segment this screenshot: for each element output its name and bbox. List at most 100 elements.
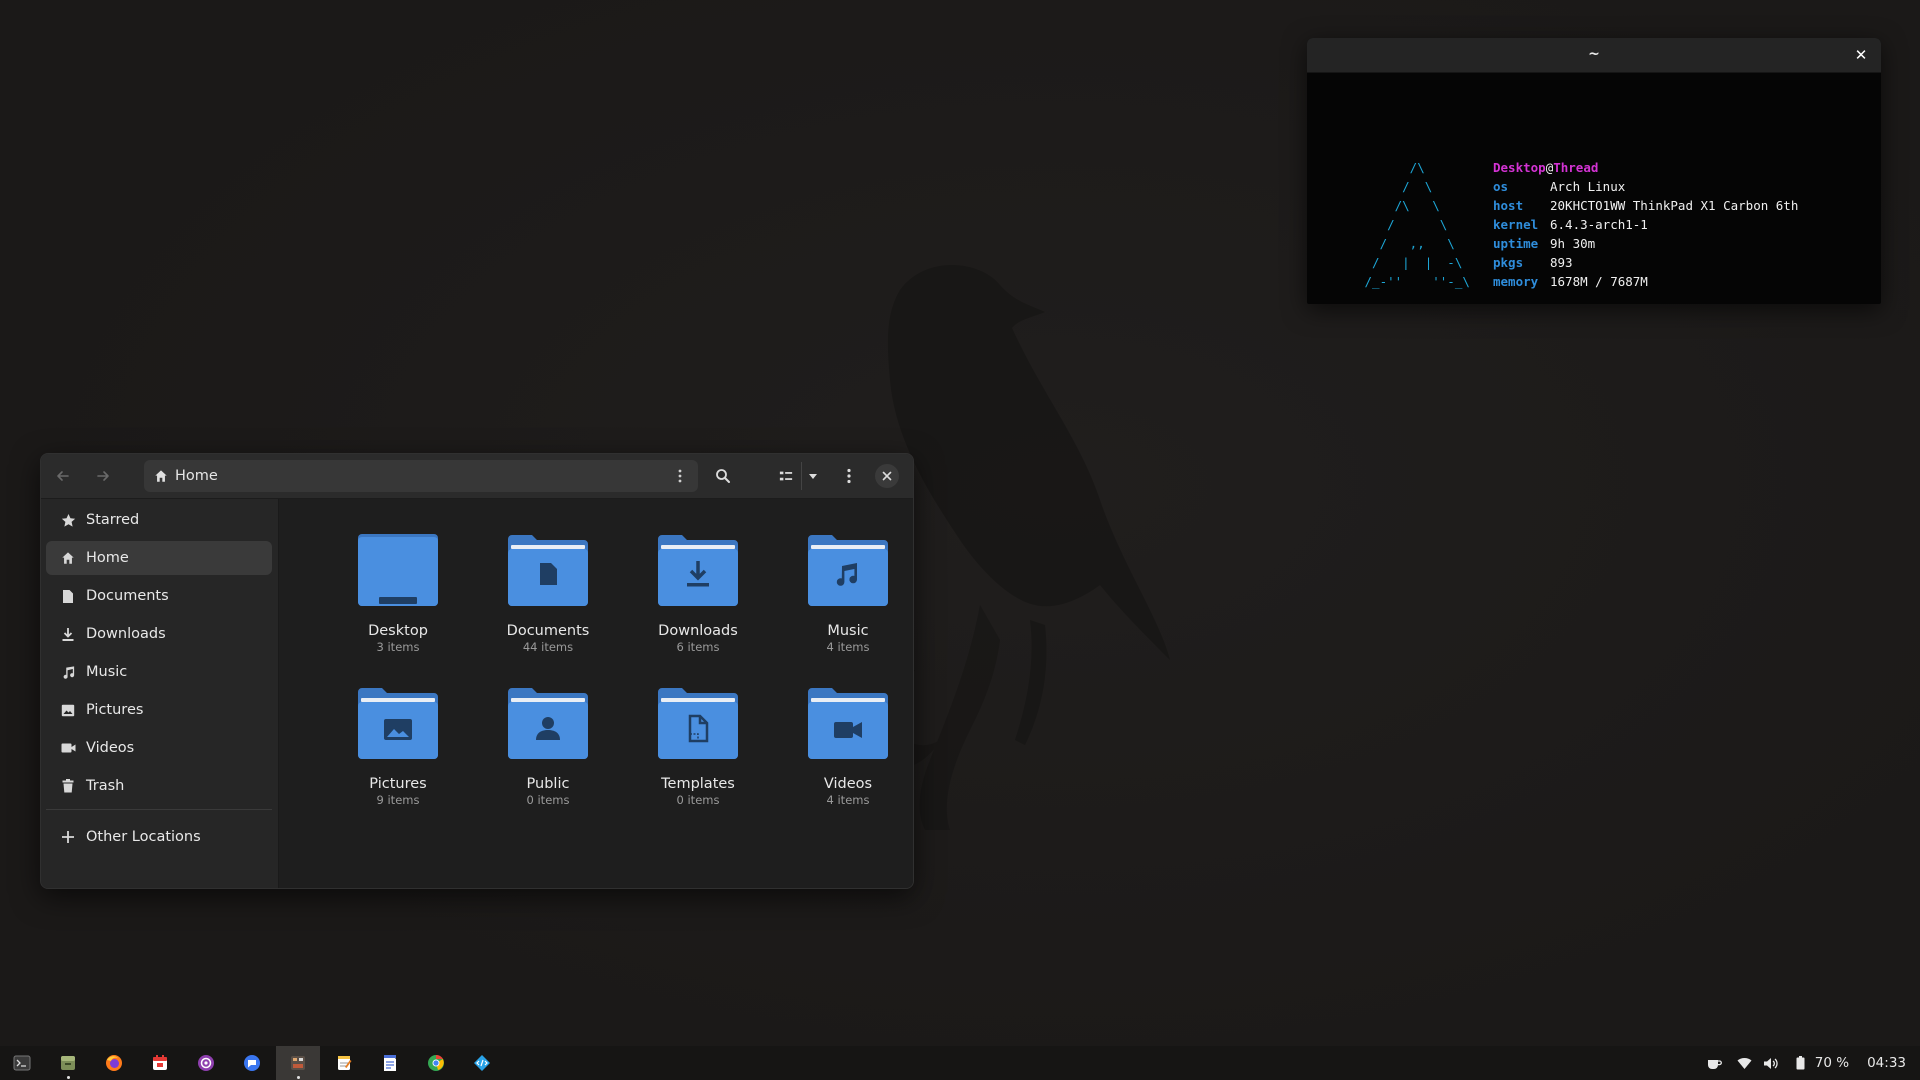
picture-icon [60,702,76,718]
caffeine-icon [1708,1060,1723,1069]
taskbar: 70 % 04:33 [0,1046,1920,1080]
folder-music[interactable]: Music 4 items [778,533,913,654]
taskbar-app-notes[interactable] [322,1046,366,1080]
folder-item-count: 4 items [826,640,870,654]
sidebar-separator [46,809,272,810]
forward-button[interactable] [89,462,117,490]
path-bar[interactable]: Home [144,460,698,492]
info-row-os: os Arch Linux [1493,177,1798,196]
info-value: 9h 30m [1550,236,1596,251]
folder-documents[interactable]: Documents 44 items [478,533,618,654]
view-mode-button[interactable] [773,462,799,490]
volume-indicator[interactable] [1760,1046,1782,1080]
arrow-left-icon [57,471,69,481]
view-options-dropdown[interactable] [801,462,824,490]
folder-name: Videos [823,776,873,792]
caffeine-indicator[interactable] [1704,1046,1726,1080]
file-manager-headerbar[interactable]: Home [41,454,913,499]
taskbar-app-chrome[interactable] [414,1046,458,1080]
folder-templates[interactable]: Templates 0 items [628,686,768,807]
system-tray[interactable]: 70 % 04:33 [1703,1046,1920,1080]
main-menu-button[interactable] [835,462,863,490]
chevron-down-icon [809,474,817,479]
folder-grid: Desktop 3 items Documents 44 items Downl… [279,499,913,888]
sidebar-item-label: Home [86,550,129,566]
system-app-icon [291,1056,305,1070]
folder-item-count: 3 items [376,640,420,654]
folder-name: Public [526,776,570,792]
info-row-kernel: kernel 6.4.3-arch1-1 [1493,215,1798,234]
sidebar-item-label: Trash [86,778,125,794]
info-row-memory: memory 1678M / 7687M [1493,272,1798,291]
chrome-icon [428,1054,444,1071]
info-key: host [1493,198,1524,213]
path-menu-button[interactable] [668,462,692,490]
sidebar-item-trash[interactable]: Trash [46,769,272,803]
sidebar-item-other-locations[interactable]: Other Locations [46,820,272,854]
kebab-menu-icon [847,468,851,484]
folder-desktop[interactable]: Desktop 3 items [328,533,468,654]
taskbar-app-firefox[interactable] [92,1046,136,1080]
close-icon [882,471,892,481]
folder-item-count: 4 items [826,793,870,807]
info-value: 1678M / 7687M [1550,274,1648,289]
folder-videos[interactable]: Videos 4 items [778,686,913,807]
sidebar-item-label: Documents [86,588,169,604]
folder-item-count: 44 items [522,640,574,654]
sidebar-item-home[interactable]: Home [46,541,272,575]
folder-downloads[interactable]: Downloads 6 items [628,533,768,654]
sidebar-item-downloads[interactable]: Downloads [46,617,272,651]
folder-name: Music [827,623,869,639]
sidebar-item-music[interactable]: Music [46,655,272,689]
file-manager-window[interactable]: Home Starred Home Documents Downloads Mu… [40,453,914,889]
music-folder-icon [808,535,888,606]
clock[interactable]: 04:33 [1867,1055,1906,1071]
star-icon [60,512,76,528]
folder-name: Pictures [369,776,427,792]
info-key: pkgs [1493,255,1524,270]
back-button[interactable] [49,462,77,490]
path-home-crumb[interactable]: Home [154,460,218,492]
info-row-pkgs: pkgs 893 [1493,253,1798,272]
window-close-button[interactable] [875,464,899,488]
running-indicator [297,1076,300,1079]
hostname: Thread [1553,160,1599,175]
sidebar-item-videos[interactable]: Videos [46,731,272,765]
sidebar-item-starred[interactable]: Starred [46,503,272,537]
taskbar-app-system[interactable] [276,1046,320,1080]
taskbar-app-terminal[interactable] [0,1046,44,1080]
taskbar-app-files[interactable] [46,1046,90,1080]
sidebar-item-pictures[interactable]: Pictures [46,693,272,727]
battery-indicator[interactable] [1790,1046,1812,1080]
taskbar-app-text-editor[interactable] [368,1046,412,1080]
folder-pictures[interactable]: Pictures 9 items [328,686,468,807]
wifi-indicator[interactable] [1734,1046,1756,1080]
download-icon [60,626,76,642]
chat-icon [244,1055,260,1071]
terminal-close-button[interactable]: ✕ [1851,45,1871,65]
taskbar-app-calendar[interactable] [138,1046,182,1080]
terminal-titlebar[interactable]: ~ ✕ [1307,38,1881,73]
firefox-icon [106,1055,122,1071]
wifi-icon [1737,1057,1752,1069]
terminal-title: ~ [1588,46,1600,62]
public-folder-icon [508,688,588,759]
arch-ascii-logo: /\ / \ /\ \ / \ / ,, \ / | | -\ /_-'' ''… [1364,160,1470,289]
folder-name: Downloads [658,623,738,639]
sidebar-item-documents[interactable]: Documents [46,579,272,613]
document-icon [60,588,76,604]
taskbar-app-podcasts[interactable] [184,1046,228,1080]
folder-public[interactable]: Public 0 items [478,686,618,807]
taskbar-app-vscode[interactable] [460,1046,504,1080]
documents-folder-icon [508,535,588,606]
search-button[interactable] [709,462,737,490]
trash-icon [60,778,76,794]
folder-item-count: 0 items [526,793,570,807]
taskbar-app-chat[interactable] [230,1046,274,1080]
username: Desktop [1493,160,1546,175]
video-icon [60,740,76,756]
pictures-folder-icon [358,688,438,759]
terminal-window[interactable]: ~ ✕ /\ / \ /\ \ / \ / ,, \ / | | -\ /_-'… [1307,38,1881,304]
folder-name: Desktop [368,623,428,639]
sidebar-item-label: Music [86,664,128,680]
